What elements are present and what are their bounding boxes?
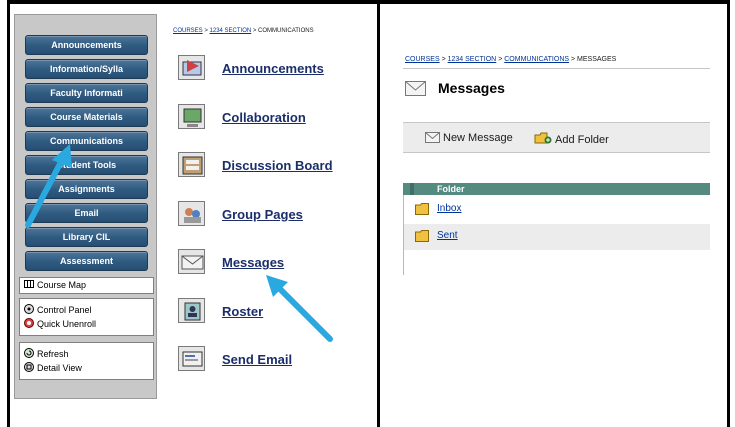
add-folder-button[interactable]: Add Folder — [534, 132, 609, 146]
table-row: Inbox — [403, 197, 710, 223]
action-bar: New Message Add Folder — [403, 122, 710, 153]
table-header: Folder — [403, 183, 710, 195]
table-edge — [403, 195, 404, 275]
folder-link-sent[interactable]: Sent — [437, 230, 458, 241]
folder-icon — [415, 230, 429, 242]
folder-icon — [415, 203, 429, 215]
envelope-icon — [405, 81, 426, 96]
breadcrumb-current: MESSAGES — [577, 56, 617, 63]
table-row: Sent — [403, 224, 710, 250]
breadcrumb-courses-link[interactable]: COURSES — [405, 56, 440, 63]
page-title: Messages — [438, 80, 505, 96]
column-header-folder: Folder — [437, 184, 465, 194]
divider — [403, 68, 710, 69]
select-column-header — [410, 183, 414, 195]
breadcrumb-communications-link[interactable]: COMMUNICATIONS — [504, 56, 569, 63]
arrow-to-messages — [266, 275, 333, 342]
new-message-button[interactable]: New Message — [425, 132, 513, 144]
breadcrumb-section-link[interactable]: 1234 SECTION — [448, 56, 497, 63]
new-message-icon — [425, 132, 440, 143]
arrow-to-communications — [25, 144, 72, 228]
folder-link-inbox[interactable]: Inbox — [437, 203, 461, 214]
add-folder-icon — [534, 132, 552, 145]
breadcrumb-right: COURSES > 1234 SECTION > COMMUNICATIONS … — [405, 56, 617, 63]
